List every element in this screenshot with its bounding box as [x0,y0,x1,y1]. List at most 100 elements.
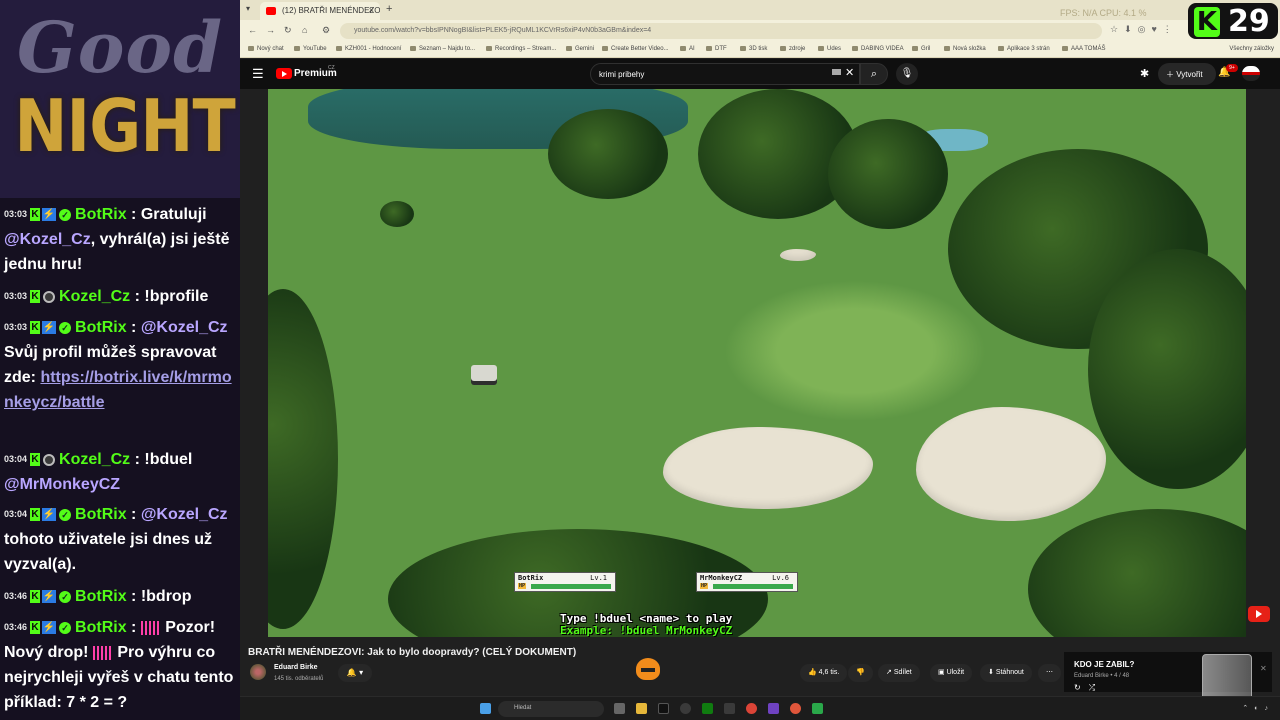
bookmark-item[interactable]: Udes [818,46,841,52]
chat-username[interactable]: BotRix [75,319,127,336]
bookmark-item[interactable]: AAA TOMÁŠ [1062,46,1105,52]
bookmark-item[interactable]: Aplikace 3 strán [998,46,1050,52]
download-label: Stáhnout [995,669,1024,676]
chat-timestamp: 03:03 [4,209,28,220]
bookmark-item[interactable]: Nový chat [248,46,284,52]
save-button[interactable]: ▣ Uložit [930,664,973,682]
system-tray-icons[interactable]: ⌃◐♪ [1242,704,1274,712]
create-button[interactable]: ＋ Vytvořit [1158,63,1216,85]
obs-icon[interactable] [768,703,779,714]
chat-message: 03:46 K ⚡ ✓ BotRix : Pozor! Nový drop! Pro v… [4,619,234,712]
bookmark-item[interactable]: KZH001 - Hodnocení [336,46,401,52]
chrome-icon[interactable] [746,703,757,714]
new-tab-button[interactable]: + [386,3,392,15]
taskbar-search-input[interactable]: Hledat [498,701,604,717]
bookmark-item[interactable]: Gril [912,46,930,52]
chat-text: !bdrop [140,588,192,605]
address-bar-row: ← → ↻ ⌂ ⚙ youtube.com/watch?v=bbsIPNNogB… [240,20,1280,42]
save-label: Uložit [946,669,965,676]
settings-icon[interactable] [680,703,691,714]
kick-badge-icon: K [30,621,41,635]
verified-badge-icon: ✓ [59,590,72,603]
search-button[interactable]: ⌕ [860,63,888,85]
chat-mention[interactable]: @Kozel_Cz [141,319,228,336]
verified-badge-icon: ✓ [59,208,72,221]
like-button[interactable]: 👍 4,6 tis. [800,664,848,682]
chat-username[interactable]: Kozel_Cz [59,451,130,468]
back-icon[interactable]: ← [248,25,257,35]
search-input[interactable]: krimi pribehy [590,63,860,85]
keyboard-icon[interactable] [832,69,841,75]
file-explorer-icon[interactable] [636,703,647,714]
extensions-icons[interactable]: ☆⬇◎♥⋮ [1110,24,1178,35]
task-view-icon[interactable] [614,703,625,714]
site-info-icon[interactable]: ⚙ [322,25,330,36]
video-player[interactable] [268,89,1246,637]
bookmark-item[interactable]: Recordings – Stream... [486,46,556,52]
channel-name[interactable]: Eduard Birke [274,664,318,671]
bookmark-item[interactable]: Gemini [566,46,594,52]
chat-username[interactable]: BotRix [75,588,127,605]
golf-cart [471,365,497,381]
youtube-favicon-icon [266,7,276,15]
bot-badge-icon: ⚡ [42,208,57,222]
menu-icon[interactable]: ☰ [252,66,264,82]
reload-icon[interactable]: ↻ [284,25,292,36]
bookmark-item[interactable]: DTF [706,46,727,52]
tab-youtube[interactable]: (12) BRATŘI MENÉNDEZO... × [260,2,380,20]
xbox-icon[interactable] [702,703,713,714]
duel-player2-name: MrMonkeyCZ [700,574,743,582]
chat-mention[interactable]: @Kozel_Cz [4,231,91,248]
dislike-button[interactable]: 👎 [848,664,873,682]
bookmark-item[interactable]: zdroje [780,46,805,52]
share-label: Sdílet [893,669,912,676]
tree-cluster [268,289,338,629]
share-button[interactable]: ↗ Sdílet [878,664,920,682]
close-icon[interactable]: ✕ [1260,664,1267,673]
bookmark-item[interactable]: Nová složka [944,46,986,52]
microphone-icon[interactable]: 🎙 [896,63,918,85]
chat-username[interactable]: BotRix [75,619,127,636]
chat-username[interactable]: BotRix [75,506,127,523]
tab-search-icon[interactable]: ▾ [246,4,250,13]
clear-search-icon[interactable]: ✕ [845,66,854,79]
account-avatar[interactable] [1242,66,1260,81]
chat-message: 03:03 K ⚡ ✓ BotRix : @Kozel_Cz Svůj profil m… [4,319,232,412]
bookmark-item[interactable]: Seznam – Najdu to... [410,46,475,52]
cast-icon[interactable]: ✱ [1140,67,1149,80]
download-button[interactable]: ⬇ Stáhnout [980,664,1032,682]
hp-fill [531,584,611,589]
playlist-controls-icons[interactable]: ↻⤮ [1074,683,1103,693]
channel-avatar[interactable] [250,664,266,680]
tab-bar: ▾ (12) BRATŘI MENÉNDEZO... × + FPS: N/A … [240,0,1280,20]
chat-username[interactable]: BotRix [75,206,127,223]
play-icon[interactable] [812,703,823,714]
subscribe-bell-button[interactable]: 🔔 ▾ [338,664,372,682]
bookmark-item[interactable]: YouTube [294,46,327,52]
verified-badge-icon: ✓ [59,321,72,334]
all-bookmarks[interactable]: Všechny záložky [1229,46,1274,52]
youtube-logo-icon[interactable] [276,68,292,79]
notification-count-badge: 9+ [1226,64,1238,72]
bookmark-item[interactable]: 3D tisk [740,46,767,52]
start-icon[interactable] [480,703,491,714]
home-icon[interactable]: ⌂ [302,25,307,35]
tree-cluster [1028,509,1246,637]
chat-username[interactable]: Kozel_Cz [59,288,130,305]
sand-bunker [663,427,873,509]
perf-stats: FPS: N/A CPU: 4.1 % [1060,8,1147,18]
chat-mention[interactable]: @Kozel_Cz [141,506,228,523]
logo-line-good: Good [16,6,224,89]
browser-icon[interactable] [790,703,801,714]
more-actions-button[interactable]: ⋯ [1038,664,1061,682]
url-field[interactable]: youtube.com/watch?v=bbsIPNNogBI&list=PLE… [340,23,1102,39]
tiktok-icon[interactable] [658,703,669,714]
forward-icon[interactable]: → [266,25,275,35]
close-tab-icon[interactable]: × [369,5,374,15]
bookmark-item[interactable]: DABING VIDEA [852,46,904,52]
chat-timestamp: 03:03 [4,291,28,302]
app-icon[interactable] [724,703,735,714]
bookmark-item[interactable]: AI [680,46,695,52]
bookmark-item[interactable]: Create Better Video... [602,46,669,52]
chat-mention[interactable]: @MrMonkeyCZ [4,476,120,493]
